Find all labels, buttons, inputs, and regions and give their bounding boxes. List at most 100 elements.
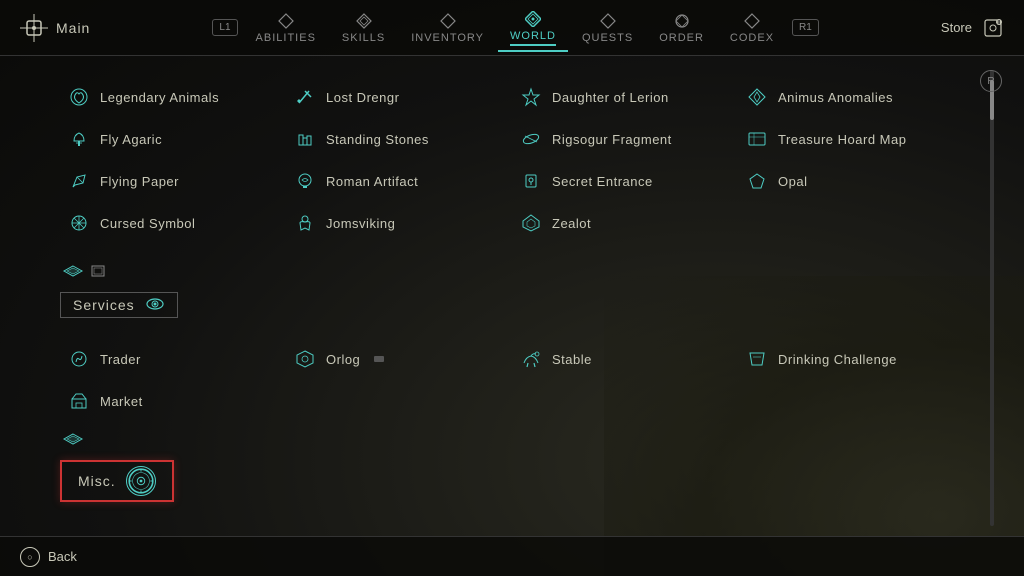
trader-icon xyxy=(68,348,90,370)
animus-anomalies-icon xyxy=(746,86,768,108)
list-item[interactable]: Orlog xyxy=(286,338,512,380)
list-item[interactable]: Legendary Animals xyxy=(60,76,286,118)
quests-icon xyxy=(599,12,617,30)
list-item[interactable]: Market xyxy=(60,380,286,422)
inventory-icon xyxy=(439,12,457,30)
list-item[interactable]: Personal Photo xyxy=(286,524,512,536)
scrollbar[interactable] xyxy=(990,70,994,526)
world-items-grid: Legendary Animals Lost Drengr Daughter o… xyxy=(60,76,964,244)
order-icon xyxy=(673,12,691,30)
list-item[interactable]: Standing Stones xyxy=(286,118,512,160)
roman-artifact-icon xyxy=(294,170,316,192)
treasure-hoard-map-label: Treasure Hoard Map xyxy=(778,132,906,147)
active-underline xyxy=(498,50,568,52)
opal-icon xyxy=(746,170,768,192)
skills-icon xyxy=(355,12,373,30)
trader-label: Trader xyxy=(100,352,141,367)
back-circle-icon: ○ xyxy=(20,547,40,567)
main-icon xyxy=(20,14,48,42)
back-button[interactable]: ○ Back xyxy=(20,547,77,567)
back-label: Back xyxy=(48,549,77,564)
list-item[interactable]: Roman Artifact xyxy=(286,160,512,202)
tab-quests[interactable]: Quests xyxy=(570,6,645,50)
skills-label: Skills xyxy=(342,32,385,44)
list-item[interactable]: Stable xyxy=(512,338,738,380)
nav-tabs: L1 Abilities Skills Inventory xyxy=(208,4,822,52)
lost-drengr-icon xyxy=(294,86,316,108)
main-content: Legendary Animals Lost Drengr Daughter o… xyxy=(0,56,1024,536)
services-section-header: Services xyxy=(60,292,178,318)
filter-icon-misc xyxy=(62,432,84,446)
treasure-hoard-map-icon xyxy=(746,128,768,150)
list-item xyxy=(512,380,738,422)
list-item[interactable]: Community Photo xyxy=(60,524,286,536)
opal-label: Opal xyxy=(778,174,807,189)
tab-skills[interactable]: Skills xyxy=(330,6,397,50)
misc-circle-icon xyxy=(126,466,156,496)
codex-icon xyxy=(743,12,761,30)
tab-abilities[interactable]: Abilities xyxy=(244,6,328,50)
misc-section-header[interactable]: Misc. xyxy=(60,460,174,502)
services-eye-icon xyxy=(145,297,165,313)
roman-artifact-label: Roman Artifact xyxy=(326,174,418,189)
jomsviking-label: Jomsviking xyxy=(326,216,395,231)
stable-label: Stable xyxy=(552,352,592,367)
list-item[interactable]: Daily Concept Art xyxy=(512,524,738,536)
quests-label: Quests xyxy=(582,32,633,44)
inventory-label: Inventory xyxy=(411,32,484,44)
tab-codex[interactable]: Codex xyxy=(718,6,786,50)
zealot-icon xyxy=(520,212,542,234)
filter-icon-2 xyxy=(90,264,106,278)
list-item[interactable]: Treasure Hoard Map xyxy=(738,118,964,160)
list-item[interactable]: Secret Entrance xyxy=(512,160,738,202)
store-label[interactable]: Store xyxy=(941,20,972,35)
r-button-indicator: R xyxy=(980,70,1002,92)
filter-icon-1 xyxy=(62,264,84,278)
standing-stones-icon xyxy=(294,128,316,150)
misc-title: Misc. xyxy=(78,473,116,489)
fly-agaric-label: Fly Agaric xyxy=(100,132,162,147)
main-label: Main xyxy=(56,20,90,36)
lost-drengr-label: Lost Drengr xyxy=(326,90,399,105)
cursed-symbol-icon xyxy=(68,212,90,234)
zealot-label: Zealot xyxy=(552,216,591,231)
drinking-challenge-label: Drinking Challenge xyxy=(778,352,897,367)
market-label: Market xyxy=(100,394,143,409)
list-item[interactable]: Flying Paper xyxy=(60,160,286,202)
market-icon xyxy=(68,390,90,412)
list-item[interactable]: Opal xyxy=(738,160,964,202)
list-item[interactable]: Cursed Symbol xyxy=(60,202,286,244)
animus-anomalies-label: Animus Anomalies xyxy=(778,90,893,105)
list-item[interactable]: Jomsviking xyxy=(286,202,512,244)
list-item xyxy=(738,202,964,244)
tab-inventory[interactable]: Inventory xyxy=(399,6,496,50)
list-item[interactable]: Drinking Challenge xyxy=(738,338,964,380)
services-items-grid: Trader Orlog Stable Drinking Challenge xyxy=(60,338,964,422)
legendary-animals-icon xyxy=(68,86,90,108)
secret-entrance-icon xyxy=(520,170,542,192)
list-item[interactable]: Zealot xyxy=(512,202,738,244)
tab-order[interactable]: Order xyxy=(647,6,716,50)
list-item xyxy=(738,380,964,422)
list-item[interactable]: Daughter of Lerion xyxy=(512,76,738,118)
l1-button[interactable]: L1 xyxy=(212,19,237,36)
stable-icon xyxy=(520,348,542,370)
list-item[interactable]: Trader xyxy=(60,338,286,380)
tab-world[interactable]: World xyxy=(498,4,568,52)
orlog-label: Orlog xyxy=(326,352,360,367)
daughter-of-lerion-label: Daughter of Lerion xyxy=(552,90,669,105)
r1-button[interactable]: R1 xyxy=(792,19,819,36)
list-item[interactable]: Animus Anomalies xyxy=(738,76,964,118)
list-item[interactable]: Rigsogur Fragment xyxy=(512,118,738,160)
services-title: Services xyxy=(73,297,135,313)
secret-entrance-label: Secret Entrance xyxy=(552,174,653,189)
cursed-symbol-label: Cursed Symbol xyxy=(100,216,195,231)
list-item[interactable]: Lost Drengr xyxy=(286,76,512,118)
abilities-icon xyxy=(277,12,295,30)
daughter-of-lerion-icon xyxy=(520,86,542,108)
legendary-animals-label: Legendary Animals xyxy=(100,90,219,105)
rigsogur-fragment-icon xyxy=(520,128,542,150)
list-item[interactable]: Fly Agaric xyxy=(60,118,286,160)
rigsogur-fragment-label: Rigsogur Fragment xyxy=(552,132,672,147)
orlog-badge xyxy=(374,356,384,362)
